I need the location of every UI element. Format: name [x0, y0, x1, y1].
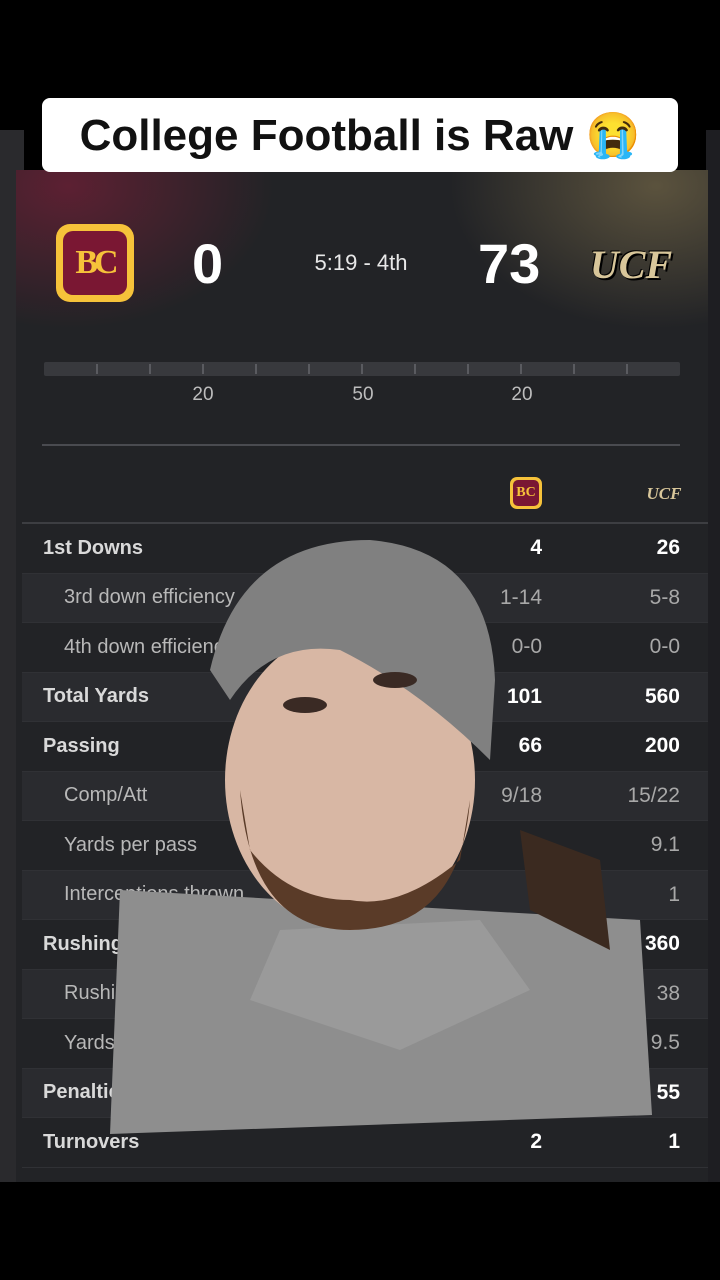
field-tick: [308, 364, 310, 374]
video-bottom-bar: [0, 1182, 720, 1280]
field-tick: [202, 364, 204, 374]
field-tick: [520, 364, 522, 374]
game-clock: 5:19 - 4th: [314, 250, 408, 275]
home-score: 0: [192, 232, 224, 295]
field-tick: [96, 364, 98, 374]
field-tick: [467, 364, 469, 374]
stat-label: Turnovers: [43, 1130, 140, 1153]
home-team-logo[interactable]: BC: [56, 224, 134, 302]
field-tick: [573, 364, 575, 374]
field-tick: [414, 364, 416, 374]
stat-away-value: 1: [668, 882, 680, 906]
table-away-logo: UCF: [646, 484, 682, 503]
right-eye: [373, 672, 417, 688]
yard-label: 50: [352, 384, 374, 405]
background-app-edge-right: [706, 130, 720, 1182]
stat-away-value: 55: [656, 1080, 680, 1104]
away-score: 73: [478, 232, 541, 295]
field-position-bar: [44, 362, 680, 376]
field-tick: [626, 364, 628, 374]
yard-label: 20: [192, 384, 214, 405]
video-caption: College Football is Raw 😭: [42, 98, 678, 172]
field-tick: [255, 364, 257, 374]
field-tick: [149, 364, 151, 374]
stat-away-value: 26: [656, 536, 680, 560]
section-divider: [42, 444, 680, 446]
left-eye: [283, 697, 327, 713]
stat-away-value: 38: [656, 981, 680, 1005]
field-tick: [361, 364, 363, 374]
yard-label: 20: [511, 384, 533, 405]
home-team-logo-mark: BC: [63, 231, 127, 295]
away-team-logo[interactable]: UCF: [590, 232, 672, 296]
home-team-glow: [16, 170, 276, 330]
table-home-logo: BC: [510, 477, 542, 509]
creator-overlay-image: [110, 540, 652, 1134]
table-home-logo-mark: BC: [513, 480, 539, 506]
stat-away-value: 1: [668, 1130, 680, 1154]
